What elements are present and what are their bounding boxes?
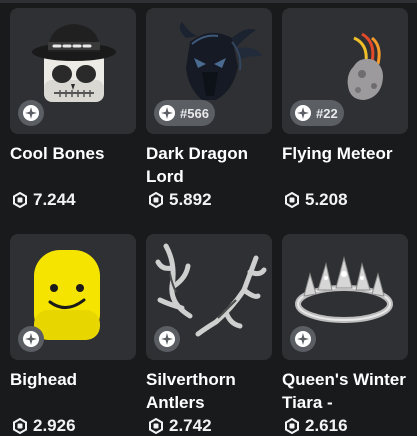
item-thumbnail[interactable]: #566 bbox=[146, 8, 272, 134]
price-value: 5.892 bbox=[169, 190, 212, 209]
item-name[interactable]: Queen's Winter Tiara - bbox=[282, 368, 408, 414]
item-name[interactable]: Cool Bones bbox=[10, 142, 136, 165]
limited-sparkle-icon bbox=[159, 105, 175, 121]
item-name[interactable]: Dark Dragon Lord bbox=[146, 142, 272, 188]
item-price: 7.244 bbox=[12, 190, 76, 210]
item-name[interactable]: Silverthorn Antlers bbox=[146, 368, 272, 414]
item-price: 2.926 bbox=[12, 416, 76, 436]
robux-icon bbox=[285, 192, 299, 208]
item-card[interactable]: #22 Flying Meteor bbox=[282, 8, 408, 165]
limited-badge bbox=[18, 326, 44, 352]
item-card[interactable]: Cool Bones bbox=[10, 8, 136, 165]
limited-badge: #566 bbox=[154, 100, 215, 126]
item-card[interactable]: Bighead bbox=[10, 234, 136, 391]
limited-badge bbox=[290, 326, 316, 352]
price-value: 5.208 bbox=[305, 190, 348, 209]
catalog-grid: Cool Bones 7.244 #566 Dark Dragon Lord 5… bbox=[0, 0, 417, 436]
item-thumbnail[interactable] bbox=[146, 234, 272, 360]
item-card[interactable]: #566 Dark Dragon Lord bbox=[146, 8, 272, 188]
item-thumbnail[interactable] bbox=[10, 234, 136, 360]
limited-badge: #22 bbox=[290, 100, 344, 126]
item-thumbnail[interactable] bbox=[282, 234, 408, 360]
item-price: 2.742 bbox=[148, 416, 212, 436]
item-name[interactable]: Flying Meteor bbox=[282, 142, 408, 165]
limited-sparkle-icon bbox=[23, 331, 39, 347]
item-price: 2.616 bbox=[284, 416, 348, 436]
limited-badge bbox=[18, 100, 44, 126]
robux-icon bbox=[13, 418, 27, 434]
top-divider bbox=[0, 0, 417, 3]
robux-icon bbox=[149, 192, 163, 208]
price-value: 2.742 bbox=[169, 416, 212, 435]
item-thumbnail[interactable] bbox=[10, 8, 136, 134]
robux-icon bbox=[149, 418, 163, 434]
robux-icon bbox=[13, 192, 27, 208]
limited-sparkle-icon bbox=[295, 331, 311, 347]
limited-sparkle-icon bbox=[159, 331, 175, 347]
limited-badge bbox=[154, 326, 180, 352]
price-value: 2.616 bbox=[305, 416, 348, 435]
limited-sparkle-icon bbox=[23, 105, 39, 121]
price-value: 2.926 bbox=[33, 416, 76, 435]
robux-icon bbox=[285, 418, 299, 434]
serial-number: #22 bbox=[316, 105, 338, 121]
item-card[interactable]: Silverthorn Antlers bbox=[146, 234, 272, 414]
limited-sparkle-icon bbox=[295, 105, 311, 121]
price-value: 7.244 bbox=[33, 190, 76, 209]
item-price: 5.208 bbox=[284, 190, 348, 210]
serial-number: #566 bbox=[180, 105, 209, 121]
item-name[interactable]: Bighead bbox=[10, 368, 136, 391]
item-thumbnail[interactable]: #22 bbox=[282, 8, 408, 134]
item-price: 5.892 bbox=[148, 190, 212, 210]
item-card[interactable]: Queen's Winter Tiara - bbox=[282, 234, 408, 414]
